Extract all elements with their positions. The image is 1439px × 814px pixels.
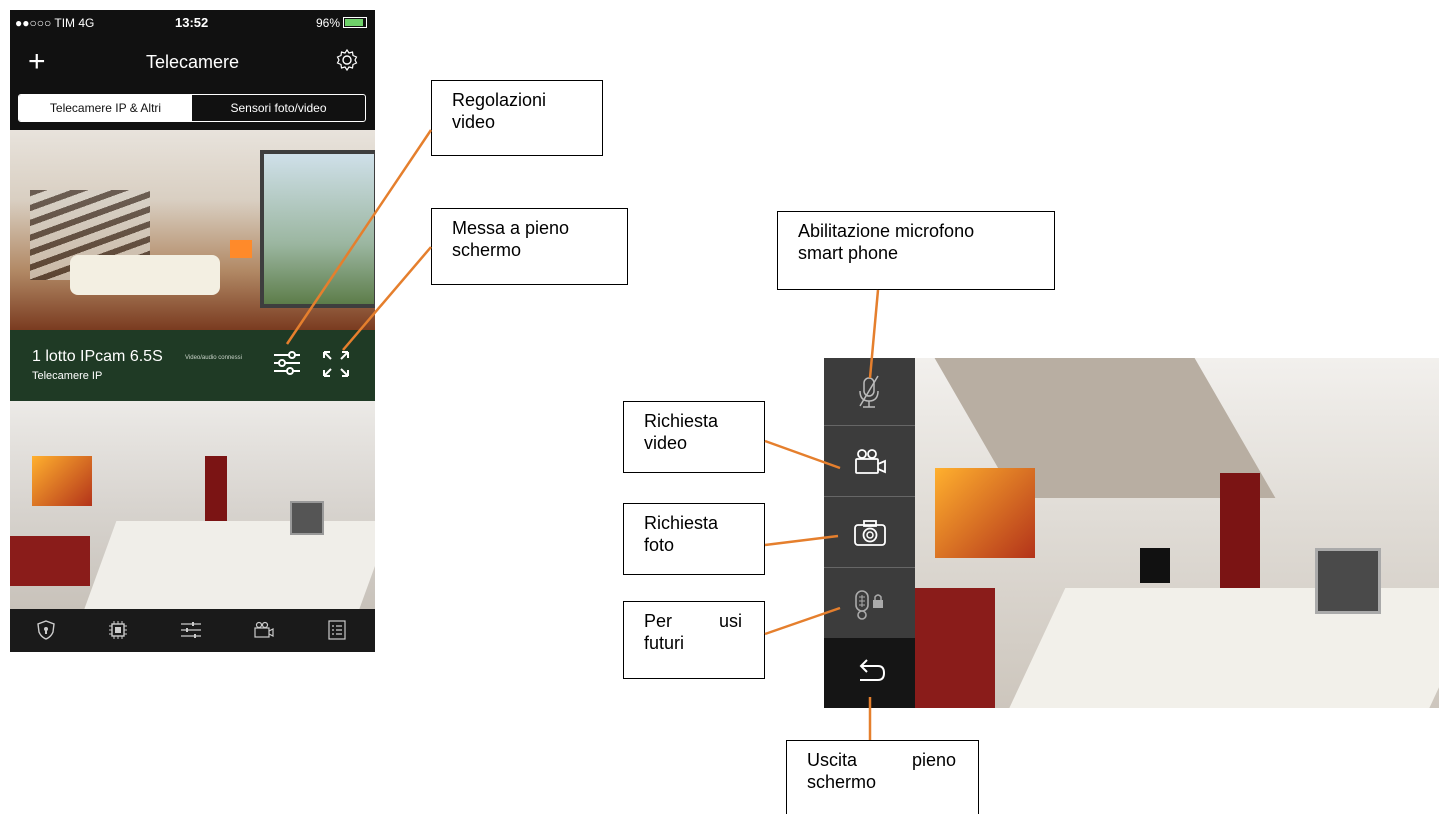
battery-percent: 96% <box>315 16 340 30</box>
video-request-button[interactable] <box>824 429 915 497</box>
gear-icon[interactable] <box>335 48 359 72</box>
scene-sofa <box>10 536 90 586</box>
scene-oven <box>290 501 324 535</box>
callout-exit-fullscreen-line2: schermo <box>807 772 877 792</box>
video-camera-icon[interactable] <box>253 619 275 641</box>
callout-mic-enable-text: Abilitazione microfono smart phone <box>798 221 975 263</box>
callout-video-settings-text: Regolazioni video <box>452 90 547 132</box>
fullscreen-icon[interactable] <box>320 348 352 380</box>
callout-photo-request: Richiesta foto <box>623 503 765 575</box>
scene-window <box>260 150 375 308</box>
callout-photo-request-text: Richiesta foto <box>644 513 719 555</box>
callout-future-use-line2: futuri <box>644 633 685 653</box>
microphone-muted-icon <box>859 375 879 408</box>
battery-icon <box>343 17 367 28</box>
photo-camera-icon <box>854 520 886 546</box>
chip-icon[interactable] <box>107 619 129 641</box>
nav-bar: + Telecamere <box>10 38 375 88</box>
phone-screen: ●●○○○ TIM 4G 13:52 96% + Telecamere Tele… <box>10 10 375 652</box>
callout-future-use: Per usi futuri <box>623 601 765 679</box>
scene-tv <box>1140 548 1170 583</box>
callout-video-settings: Regolazioni video <box>431 80 603 156</box>
shield-icon[interactable] <box>35 619 57 641</box>
scene-painting <box>32 456 92 506</box>
carrier-label: ●●○○○ TIM 4G <box>15 16 95 30</box>
video-camera-icon <box>855 449 886 474</box>
page-title: Telecamere <box>145 52 240 72</box>
callout-fullscreen: Messa a pieno schermo <box>431 208 628 285</box>
callout-exit-fullscreen-line1: Uscita pieno <box>807 750 956 770</box>
camera-connection-status: Video/audio connessi <box>185 355 242 361</box>
callout-fullscreen-text: Messa a pieno schermo <box>452 218 570 260</box>
status-bar: ●●○○○ TIM 4G 13:52 96% <box>10 10 375 38</box>
scene-counter <box>83 521 375 609</box>
camera-info-bar: 1 lotto IPcam 6.5S Video/audio connessi … <box>10 330 375 401</box>
callout-future-use-line1: Per usi <box>644 611 742 631</box>
scene-oven <box>1315 548 1381 614</box>
scene-painting <box>935 468 1035 558</box>
callout-video-request-text: Richiesta video <box>644 411 719 453</box>
callout-mic-enable: Abilitazione microfono smart phone <box>777 211 1055 290</box>
door-lock-icon <box>855 590 883 620</box>
scene-sofa <box>70 255 220 295</box>
scene-sofa <box>915 588 995 708</box>
mic-toggle-button[interactable] <box>824 358 915 426</box>
tab-ip-cameras[interactable]: Telecamere IP & Altri <box>19 95 192 121</box>
segment-control: Telecamere IP & Altri Sensori foto/video <box>18 94 366 122</box>
list-icon[interactable] <box>326 619 348 641</box>
fullscreen-view <box>824 358 1439 708</box>
fullscreen-sidebar <box>824 358 915 708</box>
camera-feed-2[interactable] <box>10 401 375 609</box>
sliders-icon[interactable] <box>180 619 202 641</box>
clock: 13:52 <box>175 15 209 30</box>
video-settings-icon[interactable] <box>272 348 302 378</box>
scene-fireplace <box>230 240 252 258</box>
exit-fullscreen-button[interactable] <box>824 638 915 708</box>
camera-group: Telecamere IP <box>32 370 103 382</box>
photo-request-button[interactable] <box>824 500 915 568</box>
tab-bar <box>10 609 375 652</box>
future-use-button[interactable] <box>824 571 915 639</box>
callout-video-request: Richiesta video <box>623 401 765 473</box>
camera-feed-1[interactable] <box>10 130 375 330</box>
fullscreen-camera-feed[interactable] <box>915 358 1439 708</box>
back-arrow-icon <box>859 659 886 681</box>
camera-name: 1 lotto IPcam 6.5S <box>32 348 163 365</box>
callout-exit-fullscreen: Uscita pieno schermo <box>786 740 979 814</box>
tab-photo-video-sensors[interactable]: Sensori foto/video <box>192 95 365 121</box>
battery-indicator: 96% <box>316 16 367 30</box>
